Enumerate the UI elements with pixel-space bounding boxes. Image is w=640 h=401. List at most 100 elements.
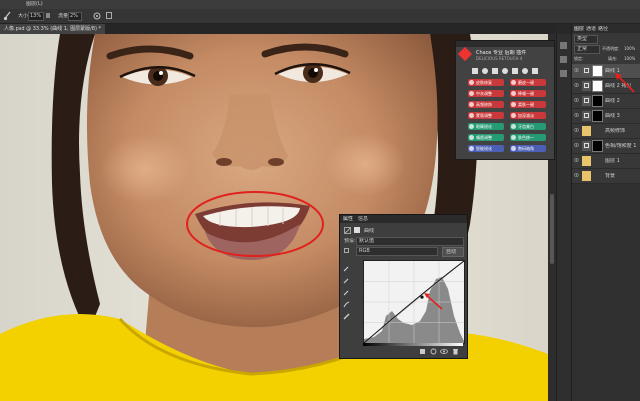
dock-properties-icon[interactable]	[560, 70, 567, 77]
tool-icon[interactable]	[532, 68, 538, 74]
size-field[interactable]: 13%	[28, 12, 44, 21]
layer-mask-thumbnail[interactable]	[592, 80, 603, 92]
layer-row[interactable]: 高频修饰	[572, 124, 640, 139]
scrollbar-thumb[interactable]	[550, 194, 554, 264]
pressure-size-icon[interactable]	[46, 13, 50, 18]
channel-value: RGB	[359, 248, 370, 254]
info-tab[interactable]: 信息	[358, 216, 368, 222]
auto-label: 自动	[446, 249, 457, 255]
plugin-button[interactable]: 中灰调整	[468, 90, 504, 97]
visibility-icon[interactable]	[574, 113, 579, 117]
plugin-button-label: 牙齿美白	[518, 124, 534, 129]
menu-title[interactable]: 图层(L)	[26, 1, 43, 7]
visibility-icon[interactable]	[574, 158, 579, 162]
plugin-button[interactable]: 高频修饰	[468, 101, 504, 108]
channel-dropdown[interactable]: RGB	[356, 247, 438, 256]
plugin-button-label: 柔肤一键	[518, 102, 534, 107]
plugin-button-label: 数码暗角	[518, 146, 534, 151]
plugin-button-label: 嘴唇调整	[476, 135, 492, 140]
layers-empty-area	[572, 184, 640, 401]
adjustment-icon	[582, 81, 591, 91]
layer-name: 背景	[605, 173, 616, 179]
layer-filter-dropdown[interactable]: 类型	[574, 35, 598, 44]
plugin-button-icon	[469, 146, 474, 151]
visibility-icon[interactable]	[574, 128, 579, 132]
flow-field[interactable]: 2%	[68, 12, 82, 21]
plugin-button[interactable]: 皮肤修复	[468, 79, 504, 86]
blend-mode-dropdown[interactable]: 正常	[574, 45, 600, 54]
layer-row[interactable]: 曲线 3	[572, 109, 640, 124]
layers-panel: 图层 通道 路径 类型 正常 不透明度: 100% 锁定: 填充: 100% 曲…	[571, 24, 640, 401]
airbrush-icon[interactable]	[93, 12, 101, 20]
mask-icon[interactable]	[354, 227, 360, 233]
preset-value: 默认值	[359, 238, 375, 244]
pencil-icon[interactable]	[343, 313, 350, 320]
layer-mask-thumbnail[interactable]	[592, 65, 603, 77]
plugin-button[interactable]: 降噪一键	[510, 90, 546, 97]
document-tab[interactable]: 人像.psd @ 33.3% (曲线 1, 图层蒙版/8) *	[0, 24, 106, 34]
tool-icon[interactable]	[502, 68, 508, 74]
fill-label: 填充:	[608, 56, 618, 61]
properties-tab-bar: 属性 信息	[340, 215, 467, 223]
tool-icon[interactable]	[472, 68, 478, 74]
layers-tab[interactable]: 图层	[574, 26, 584, 32]
plugin-button[interactable]: 柔肤一键	[510, 101, 546, 108]
auto-button[interactable]: 自动	[442, 247, 464, 257]
eyedropper-icon[interactable]	[343, 277, 350, 284]
plugin-titlebar[interactable]	[456, 41, 554, 47]
document-tab-label: 人像.psd @ 33.3% (曲线 1, 图层蒙版/8) *	[4, 26, 102, 32]
layer-row[interactable]: 色相/饱和度 1	[572, 139, 640, 154]
dock-actions-icon[interactable]	[560, 56, 567, 63]
curve-icon[interactable]	[343, 301, 350, 308]
tool-icon[interactable]	[492, 68, 498, 74]
curve-point[interactable]	[420, 295, 424, 299]
hand-icon[interactable]	[344, 248, 349, 253]
channels-tab[interactable]: 通道	[586, 26, 596, 32]
fill-value[interactable]: 100%	[624, 56, 635, 62]
visibility-icon[interactable]	[574, 143, 579, 147]
plugin-button[interactable]: 眼睛锐化	[468, 123, 504, 130]
visibility-icon[interactable]	[574, 68, 579, 72]
layer-row[interactable]: 背景	[572, 169, 640, 184]
opacity-value[interactable]: 100%	[624, 46, 635, 52]
paths-tab[interactable]: 路径	[598, 26, 608, 32]
clip-icon[interactable]	[420, 349, 425, 354]
tool-icon[interactable]	[482, 68, 488, 74]
visibility-icon[interactable]	[574, 173, 579, 177]
plugin-button[interactable]: 数码暗角	[510, 145, 546, 152]
brush-icon[interactable]	[3, 11, 12, 21]
trash-icon[interactable]	[452, 348, 459, 355]
eyedropper-icon[interactable]	[343, 265, 350, 272]
plugin-button-label: 磨皮一键	[518, 80, 534, 85]
plugin-button[interactable]: 加深减淡	[510, 112, 546, 119]
plugin-button-label: 肤色统一	[518, 135, 534, 140]
plugin-button[interactable]: 蒙版调整	[468, 112, 504, 119]
layer-mask-thumbnail[interactable]	[592, 140, 603, 152]
plugin-button[interactable]: 牙齿美白	[510, 123, 546, 130]
layer-mask-thumbnail[interactable]	[592, 95, 603, 107]
plugin-button-label: 眼睛锐化	[476, 124, 492, 129]
plugin-button[interactable]: 嘴唇调整	[468, 134, 504, 141]
adjustment-icon	[582, 111, 591, 121]
plugin-button-icon	[511, 124, 516, 129]
preset-dropdown[interactable]: 默认值	[356, 237, 464, 246]
dock-history-icon[interactable]	[560, 42, 567, 49]
curve-icon	[344, 227, 351, 234]
visibility-icon[interactable]	[440, 348, 448, 355]
reset-icon[interactable]	[430, 348, 437, 355]
adjustment-icon	[582, 141, 591, 151]
plugin-button-icon	[469, 135, 474, 140]
visibility-icon[interactable]	[574, 98, 579, 102]
plugin-button[interactable]: 肤色统一	[510, 134, 546, 141]
layer-row[interactable]: 图层 1	[572, 154, 640, 169]
properties-tab[interactable]: 属性	[343, 216, 353, 222]
plugin-button[interactable]: 磨皮一键	[510, 79, 546, 86]
tool-icon[interactable]	[522, 68, 528, 74]
plugin-button[interactable]: 智能锐化	[468, 145, 504, 152]
tool-icon[interactable]	[512, 68, 518, 74]
curves-graph[interactable]	[363, 260, 465, 344]
pressure-opacity-icon[interactable]	[106, 12, 112, 19]
layer-mask-thumbnail[interactable]	[592, 110, 603, 122]
eyedropper-icon[interactable]	[343, 289, 350, 296]
visibility-icon[interactable]	[574, 83, 579, 87]
